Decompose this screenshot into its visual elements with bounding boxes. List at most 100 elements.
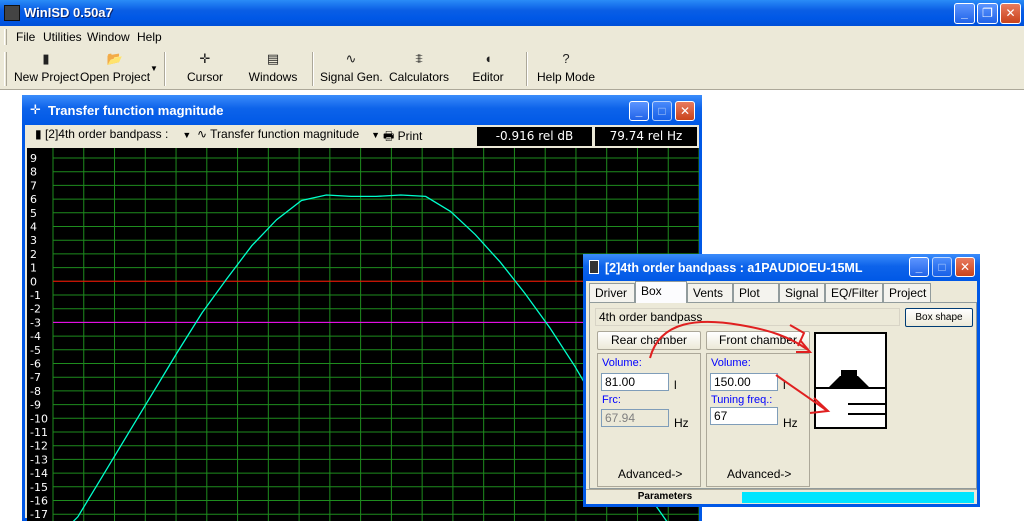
plot-close-button[interactable]: ✕ <box>675 101 695 121</box>
y-tick-label: 2 <box>30 248 37 261</box>
question-icon: ? <box>562 51 570 66</box>
box-panel: 4th order bandpass Box shape Rear chambe… <box>589 302 977 489</box>
open-dropdown-arrow-icon[interactable]: ▼ <box>150 64 158 73</box>
front-chamber-button[interactable]: Front chamber <box>706 331 810 350</box>
app-icon[interactable] <box>4 5 20 21</box>
y-tick-label: 1 <box>30 262 37 275</box>
calculator-icon: ⩨ <box>415 51 423 66</box>
y-tick-label: 3 <box>30 234 37 247</box>
menu-file[interactable]: File <box>16 30 35 44</box>
cursor-button[interactable]: ✛ Cursor <box>175 50 235 88</box>
new-project-button[interactable]: ▮ New Project <box>14 50 79 88</box>
windows-icon: ▤ <box>266 51 280 66</box>
y-tick-label: 8 <box>30 166 37 179</box>
front-tuning-input[interactable]: 67 <box>710 407 778 425</box>
y-tick-label: -17 <box>30 508 48 521</box>
tab-eq-filter[interactable]: EQ/Filter <box>825 283 883 303</box>
help-mode-button[interactable]: ? Help Mode <box>535 50 597 88</box>
y-tick-label: -9 <box>30 399 41 412</box>
readout-db: -0.916 rel dB <box>477 127 592 146</box>
plot-toolbar: ▮ [2]4th order bandpass : ▼ ∿ Transfer fu… <box>27 125 699 147</box>
y-tick-label: -6 <box>30 358 41 371</box>
dialog-minimize-button[interactable]: _ <box>909 257 929 277</box>
rear-volume-unit: l <box>674 378 677 392</box>
readout-hz: 79.74 rel Hz <box>595 127 697 146</box>
rear-frc-label: Frc: <box>602 394 621 406</box>
y-tick-label: -15 <box>30 481 48 494</box>
tab-signal[interactable]: Signal <box>779 283 825 303</box>
tab-plot[interactable]: Plot <box>733 283 779 303</box>
front-tuning-unit: Hz <box>783 416 798 430</box>
front-advanced-link[interactable]: Advanced-> <box>727 467 791 481</box>
menu-utilities[interactable]: Utilities <box>43 30 82 44</box>
y-tick-label: -2 <box>30 303 41 316</box>
dialog-tabs: Driver Box Vents Plot Signal EQ/Filter P… <box>589 281 980 303</box>
box-dialog: [2]4th order bandpass : a1PAUDIOEU-15ML … <box>583 254 980 507</box>
box-type-field[interactable]: 4th order bandpass <box>595 308 900 326</box>
speaker-icon <box>589 260 599 274</box>
crosshair-icon: ✛ <box>199 51 211 66</box>
editor-button[interactable]: ◖ Editor <box>462 50 514 88</box>
rear-volume-input[interactable]: 81.00 <box>601 373 669 391</box>
chevron-down-icon: ▼ <box>371 130 381 140</box>
toolbar: ▮ New Project 📂 Open Project ▼ ✛ Cursor … <box>0 48 1024 90</box>
app-title-bar: WinISD 0.50a7 _ ❐ ✕ <box>0 0 1024 26</box>
y-tick-label: -14 <box>30 467 48 480</box>
rear-frc-field: 67.94 <box>601 409 669 427</box>
y-tick-label: -5 <box>30 344 41 357</box>
project-select[interactable]: ▮ [2]4th order bandpass : ▼ <box>35 127 191 145</box>
y-tick-label: 9 <box>30 152 37 165</box>
open-folder-icon: 📂 <box>106 51 124 66</box>
plot-window-title: Transfer function magnitude <box>48 103 224 118</box>
open-project-button[interactable]: 📂 Open Project <box>80 50 150 88</box>
plot-minimize-button[interactable]: _ <box>629 101 649 121</box>
sine-wave-small-icon: ∿ <box>197 127 211 141</box>
y-tick-label: -11 <box>30 426 48 439</box>
calculators-button[interactable]: ⩨ Calculators <box>388 50 450 88</box>
y-tick-label: -16 <box>30 495 48 508</box>
windows-button[interactable]: ▤ Windows <box>242 50 304 88</box>
dialog-maximize-button[interactable]: □ <box>932 257 952 277</box>
minimize-button[interactable]: _ <box>954 3 975 24</box>
plot-maximize-button[interactable]: □ <box>652 101 672 121</box>
front-tuning-label: Tuning freq.: <box>711 394 773 406</box>
y-tick-label: -3 <box>30 316 41 329</box>
chevron-down-icon: ▼ <box>182 130 192 140</box>
y-tick-label: -13 <box>30 453 48 466</box>
sine-wave-icon: ∿ <box>345 51 357 66</box>
print-button[interactable]: 🖶 Print <box>383 127 422 145</box>
new-document-icon: ▮ <box>42 51 50 66</box>
dialog-close-button[interactable]: ✕ <box>955 257 975 277</box>
box-shape-button[interactable]: Box shape <box>905 308 973 327</box>
close-button[interactable]: ✕ <box>1000 3 1021 24</box>
rear-frc-unit: Hz <box>674 416 689 430</box>
y-tick-label: -7 <box>30 371 41 384</box>
y-tick-label: -4 <box>30 330 41 343</box>
front-volume-input[interactable]: 150.00 <box>710 373 778 391</box>
rear-advanced-link[interactable]: Advanced-> <box>618 467 682 481</box>
restore-button[interactable]: ❐ <box>977 3 998 24</box>
y-tick-label: 0 <box>30 275 37 288</box>
rear-volume-label: Volume: <box>602 357 642 369</box>
y-tick-label: -8 <box>30 385 41 398</box>
front-volume-label: Volume: <box>711 357 751 369</box>
signal-gen-button[interactable]: ∿ Signal Gen. <box>320 50 383 88</box>
tab-vents[interactable]: Vents <box>687 283 733 303</box>
plot-type-select[interactable]: ∿ Transfer function magnitude ▼ <box>197 127 380 145</box>
rear-chamber-button[interactable]: Rear chamber <box>597 331 701 350</box>
bandpass-box-diagram <box>814 332 887 429</box>
printer-icon: 🖶 <box>383 129 395 143</box>
plot-window-title-bar: ✛ Transfer function magnitude _ □ ✕ <box>22 95 702 125</box>
speaker-icon: ◖ <box>484 51 492 66</box>
y-tick-label: 6 <box>30 193 37 206</box>
tab-driver[interactable]: Driver <box>589 283 635 303</box>
menu-bar: File Utilities Window Help <box>0 26 1024 48</box>
menu-window[interactable]: Window <box>87 30 130 44</box>
speaker-small-icon: ▮ <box>35 127 45 141</box>
y-tick-label: -10 <box>30 412 48 425</box>
tab-project[interactable]: Project <box>883 283 931 303</box>
menu-help[interactable]: Help <box>137 30 162 44</box>
front-volume-unit: l <box>783 378 786 392</box>
tab-box[interactable]: Box <box>635 281 687 303</box>
y-tick-label: 4 <box>30 221 37 234</box>
